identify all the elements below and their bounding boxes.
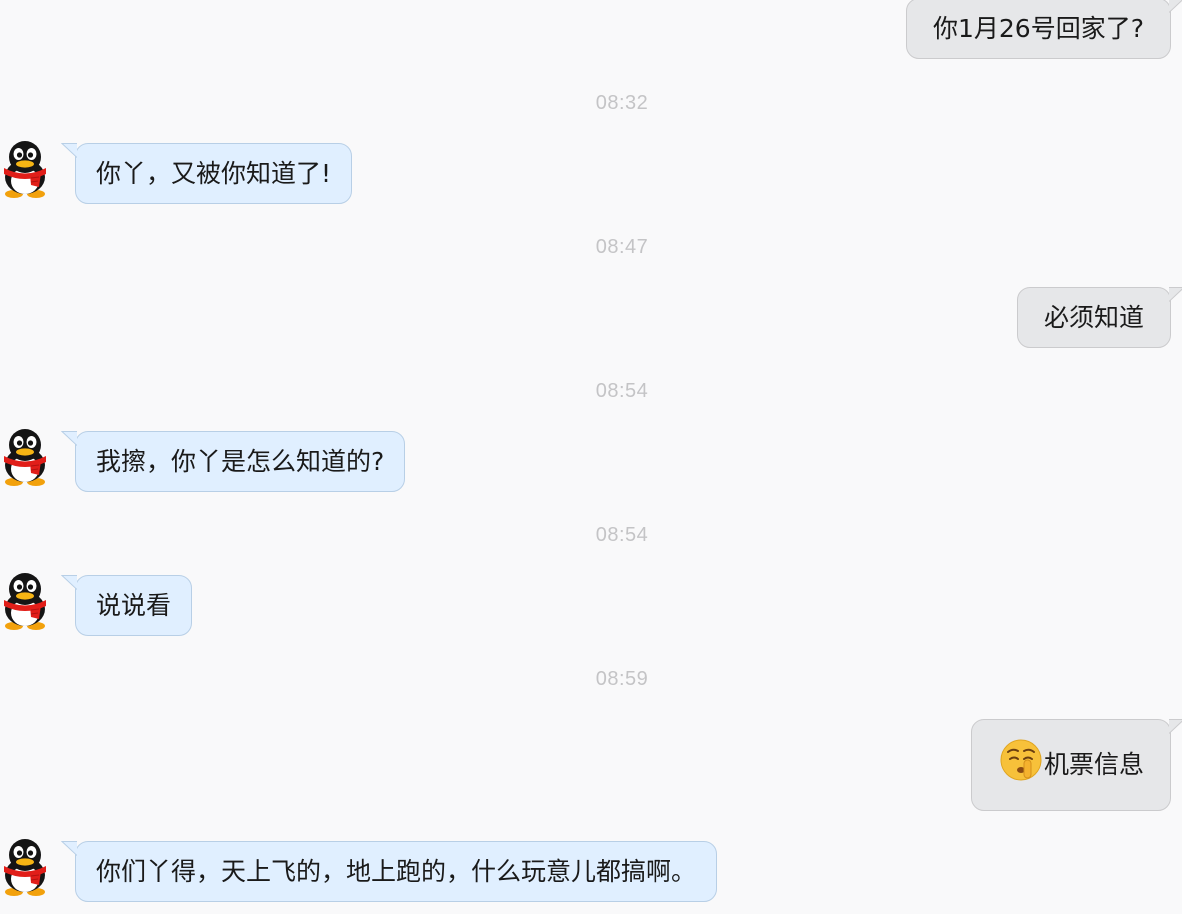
sent-message-bubble[interactable]: 必须知道 <box>1016 287 1171 348</box>
message-text: 你1月26号回家了? <box>933 14 1144 43</box>
message-text: 说说看 <box>96 591 172 620</box>
sent-message-bubble[interactable]: 你1月26号回家了? <box>906 0 1171 59</box>
received-message-bubble[interactable]: 我擦，你丫是怎么知道的? <box>75 431 406 492</box>
qq-penguin-icon[interactable] <box>0 140 50 198</box>
bubble-tail <box>1169 0 1182 13</box>
bubble-tail <box>61 143 77 158</box>
bubble-tail <box>1169 719 1182 734</box>
message-timestamp: 08:59 <box>595 668 649 690</box>
message-text: 你丫，又被你知道了! <box>96 159 332 188</box>
received-message-bubble[interactable]: 你丫，又被你知道了! <box>75 143 353 204</box>
message-text: 你们丫得，天上飞的，地上跑的，什么玩意儿都搞啊。 <box>96 857 697 886</box>
bubble-tail <box>61 431 77 446</box>
received-message-bubble[interactable]: 说说看 <box>75 575 193 636</box>
bubble-tail <box>1169 287 1182 302</box>
message-text: 我擦，你丫是怎么知道的? <box>96 447 385 476</box>
message-timestamp: 08:32 <box>595 92 649 114</box>
message-timestamp: 08:54 <box>595 380 649 402</box>
message-timestamp: 08:47 <box>595 236 649 258</box>
received-message-bubble[interactable]: 你们丫得，天上飞的，地上跑的，什么玩意儿都搞啊。 <box>75 841 718 902</box>
sent-message-bubble[interactable]: 机票信息 <box>970 719 1171 811</box>
qq-penguin-icon[interactable] <box>0 428 50 486</box>
message-timestamp: 08:54 <box>595 524 649 546</box>
message-text: 机票信息 <box>1043 750 1144 779</box>
shush-face-emoji <box>1000 739 1042 781</box>
bubble-tail <box>61 575 77 590</box>
qq-penguin-icon[interactable] <box>0 572 50 630</box>
message-text: 必须知道 <box>1043 303 1144 332</box>
qq-penguin-icon[interactable] <box>0 838 50 896</box>
bubble-tail <box>61 841 77 856</box>
chat-conversation: 你1月26号回家了? 08:32 你丫，又被你知道了! 08:47 必须知道 0… <box>0 0 1182 914</box>
